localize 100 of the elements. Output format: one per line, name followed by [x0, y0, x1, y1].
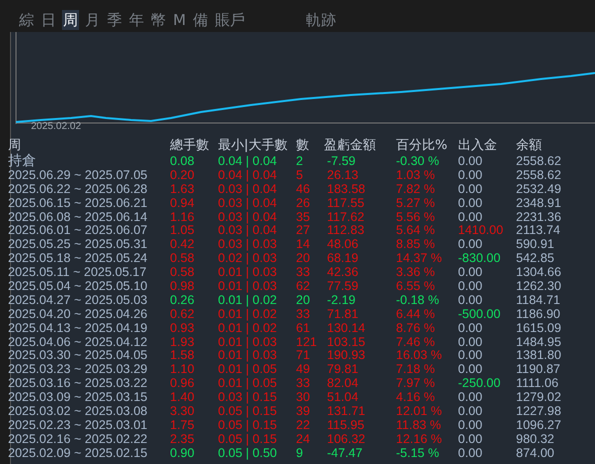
- table-cell-text: 0.01 | 0.05: [218, 376, 278, 390]
- table-cell-text: 2025.05.11 ~ 2025.05.17: [8, 265, 148, 280]
- table-cell-text: 0.00: [458, 196, 484, 210]
- table-cell-text: 2: [296, 154, 304, 168]
- tab[interactable]: 周: [62, 10, 79, 30]
- table-cell-text: 0.00: [458, 432, 484, 446]
- tab[interactable]: 綜: [18, 10, 35, 30]
- table-cell-text: 0.00: [458, 265, 484, 280]
- table-cell-text: 2025.05.04 ~ 2025.05.10: [8, 279, 148, 294]
- column-header: 總手數: [170, 138, 210, 154]
- table-cell-text: 5.56 %: [396, 210, 436, 224]
- table-cell-text: 2025.03.02 ~ 2025.03.08: [8, 404, 148, 418]
- table-cell-text: 115.95: [326, 418, 366, 432]
- table-cell-text: 1410.00: [458, 223, 504, 238]
- table-cell-text: 1190.87: [516, 362, 562, 376]
- table-cell-text: 16.03 %: [396, 348, 443, 362]
- table-cell-text: 0.00: [458, 292, 484, 307]
- table-cell-text: 2025.06.08 ~ 2025.06.14: [8, 210, 148, 224]
- table-cell-text: 121: [296, 334, 318, 349]
- table-cell-text: 0.90: [170, 446, 196, 460]
- table-cell-text: 46: [296, 182, 311, 196]
- table-cell-text: 0.01 | 0.03: [218, 334, 278, 349]
- table-cell-text: 35: [296, 210, 311, 224]
- table-cell-text: 1.75: [170, 418, 196, 432]
- table-cell-text: 0.01 | 0.03: [218, 279, 278, 294]
- tab[interactable]: 幣: [150, 10, 167, 30]
- table-cell-text: 33: [296, 265, 311, 280]
- table-cell-text: 0.04 | 0.04: [218, 154, 278, 168]
- table-cell-text: 77.59: [326, 279, 360, 294]
- table-cell-text: 0.20: [170, 168, 196, 182]
- table-cell-text: 0.01 | 0.03: [218, 265, 278, 280]
- table-cell-text: 20: [296, 251, 311, 266]
- table-cell-text: 0.93: [170, 320, 196, 335]
- table-cell-text: 117.62: [326, 210, 366, 224]
- table-cell-text: 4.16 %: [396, 390, 436, 404]
- table-cell-text: 2025.06.15 ~ 2025.06.21: [8, 196, 148, 210]
- table-cell-text: 68.19: [326, 251, 360, 266]
- table-cell-text: 71: [296, 348, 311, 362]
- table-cell-text: 2025.02.09 ~ 2025.02.15: [8, 446, 148, 460]
- table-cell-text: 183.58: [326, 182, 366, 196]
- column-header: 數: [296, 138, 310, 154]
- table-cell-text: 48.06: [326, 237, 360, 252]
- table-cell-text: 12.16 %: [396, 432, 443, 446]
- table-cell-text: 0.00: [458, 279, 484, 294]
- table-cell-text: 0.05 | 0.50: [218, 446, 278, 460]
- table-cell-text: 0.62: [170, 306, 196, 321]
- table-cell-text: 0.00: [458, 418, 484, 432]
- table-cell-text: 0.01 | 0.02: [218, 320, 278, 335]
- table-cell-text: 5.27 %: [396, 196, 436, 210]
- table-cell-text: 22: [296, 418, 311, 432]
- table-cell-text: 1.93: [170, 334, 196, 349]
- table-cell-text: 0.02 | 0.03: [218, 251, 278, 266]
- tab[interactable]: 季: [106, 10, 123, 30]
- table-cell-text: 2231.36: [516, 210, 562, 224]
- table-cell-text: 2025.06.29 ~ 2025.07.05: [8, 168, 148, 182]
- table-cell-text: 103.15: [326, 334, 366, 349]
- tab[interactable]: 軌跡: [304, 10, 337, 30]
- table-cell-text: 1304.66: [516, 265, 562, 280]
- table-cell-text: 14.37 %: [396, 251, 443, 266]
- table-cell-text: 0.03 | 0.04: [218, 182, 278, 196]
- table-cell-text: 8.76 %: [396, 320, 436, 335]
- table-cell-text: 1262.30: [516, 279, 562, 294]
- tab[interactable]: M: [172, 10, 187, 30]
- table-cell-text: 0.08: [170, 154, 196, 168]
- table-cell-text: 51.04: [326, 390, 360, 404]
- table-cell-text: 33: [296, 306, 311, 321]
- tab[interactable]: 備: [192, 10, 209, 30]
- table-cell-text: 6.44 %: [396, 306, 436, 321]
- table-cell-text: 0.00: [458, 237, 484, 252]
- table-cell-text: 542.85: [516, 251, 556, 266]
- tab[interactable]: 賬戶: [214, 10, 246, 30]
- tab[interactable]: 年: [128, 10, 145, 30]
- tab[interactable]: 日: [40, 10, 57, 30]
- table-cell-text: 2348.91: [516, 196, 562, 210]
- table-cell-text: 20: [296, 292, 311, 307]
- table-cell-text: 2025.04.20 ~ 2025.04.26: [8, 306, 148, 321]
- table-cell-text: 1.16: [170, 210, 196, 224]
- table-cell-text: 2025.05.18 ~ 2025.05.24: [8, 251, 148, 266]
- table-cell-text: -47.47: [326, 446, 364, 460]
- table-cell-text: 0.01 | 0.05: [218, 362, 278, 376]
- table-cell-text: 106.32: [326, 432, 366, 446]
- table-cell-text: -500.00: [458, 306, 502, 321]
- table-cell-text: 5.64 %: [396, 223, 436, 238]
- table-cell-text: 112.83: [326, 223, 366, 238]
- table-cell-text: -250.00: [458, 376, 502, 390]
- table-cell-text: 62: [296, 279, 311, 294]
- column-header: 出入金: [458, 138, 498, 154]
- table-cell-text: 26: [296, 196, 311, 210]
- table-cell-text: -7.59: [326, 154, 356, 168]
- table-cell-text: 0.00: [458, 168, 484, 182]
- table-cell-text: 61: [296, 320, 311, 335]
- table-cell-text: -830.00: [458, 251, 502, 266]
- table-cell-text: 1186.90: [516, 306, 562, 321]
- table-cell-text: 0.00: [458, 182, 484, 196]
- table-cell-text: 2025.04.13 ~ 2025.04.19: [8, 320, 148, 335]
- table-cell-text: 5: [296, 168, 304, 182]
- tab[interactable]: 月: [84, 10, 101, 30]
- table-cell-text: 590.91: [516, 237, 556, 252]
- table-cell-text: 49: [296, 362, 311, 376]
- table-cell-text: 1279.02: [516, 390, 562, 404]
